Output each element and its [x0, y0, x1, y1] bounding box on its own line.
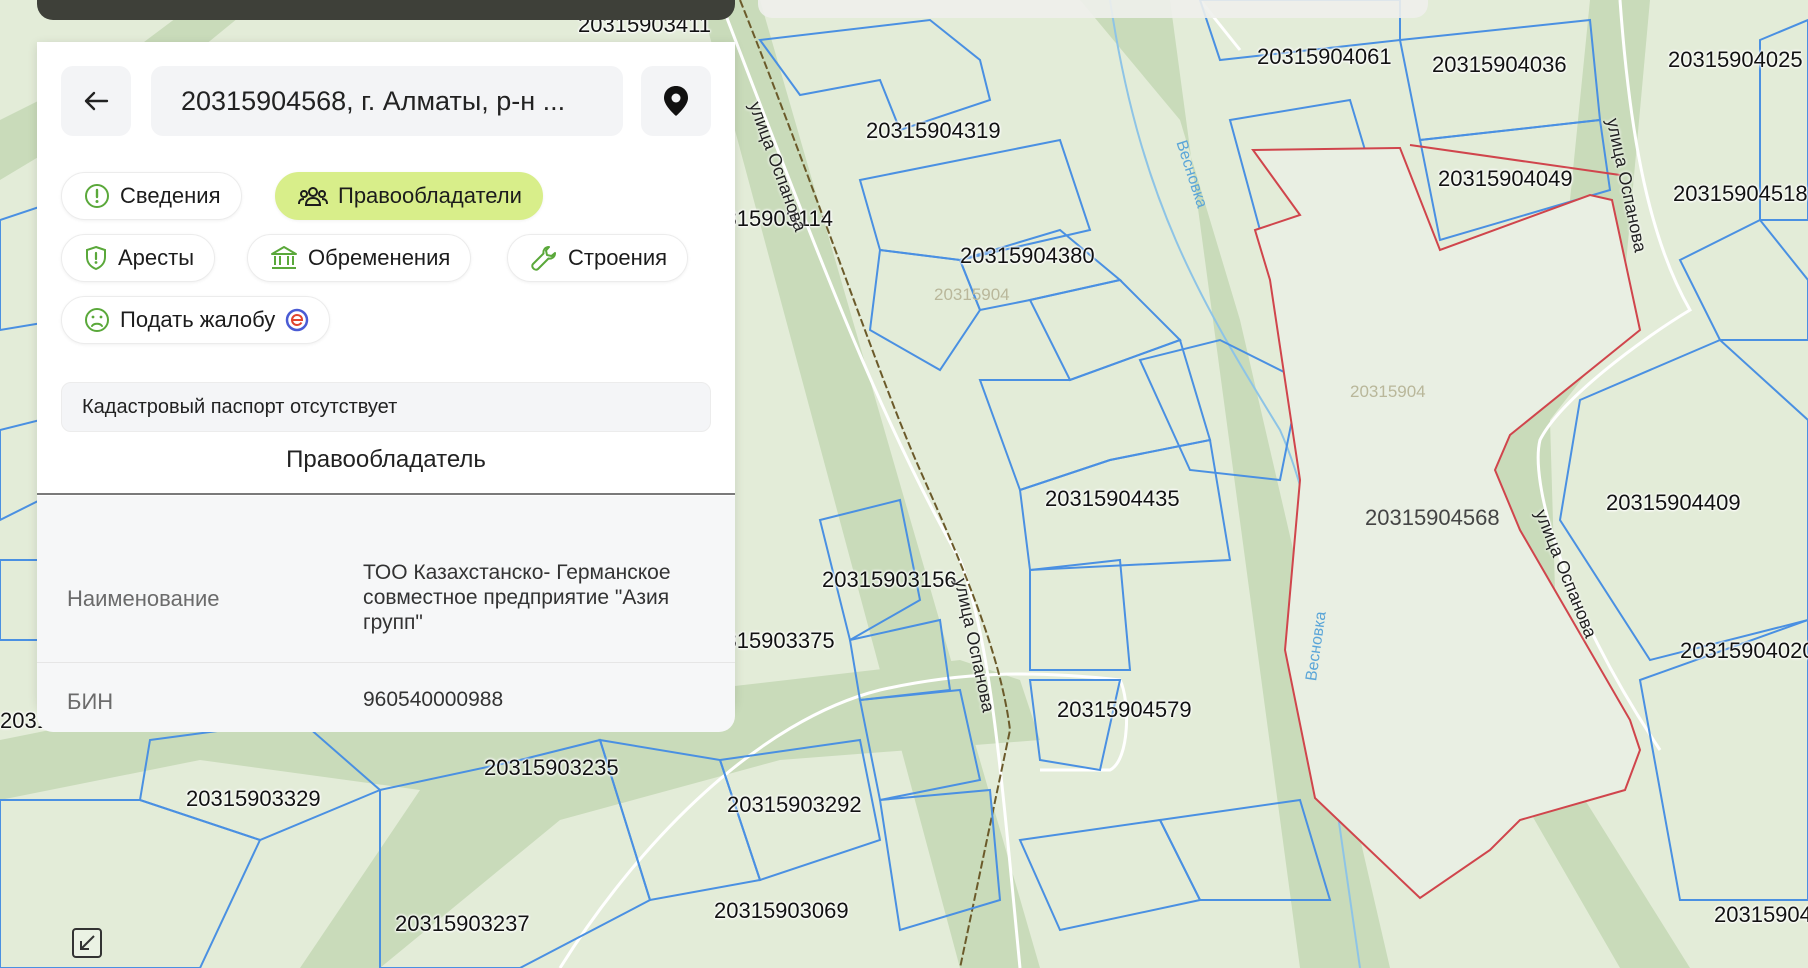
parcel-label[interactable]: 20315904049	[1438, 166, 1573, 192]
info-circle-icon	[85, 184, 109, 208]
locate-button[interactable]	[641, 66, 711, 136]
tab-buildings[interactable]: Строения	[507, 234, 689, 282]
owner-name-value: ТОО Казахстанско- Германское совместное …	[363, 561, 671, 635]
shield-alert-icon	[86, 245, 106, 271]
block-label: 20315904	[1350, 382, 1426, 401]
notice-text: Кадастровый паспорт отсутствует	[82, 395, 398, 418]
parcel-label[interactable]: 20315903156	[822, 567, 957, 593]
tab-label: Подать жалобу	[120, 307, 276, 332]
tab-owners[interactable]: Правообладатели	[275, 172, 543, 220]
search-value: 20315904568, г. Алматы, р-н ...	[181, 85, 566, 116]
sad-face-icon	[85, 308, 109, 332]
parcel-label[interactable]: 20315903329	[186, 786, 321, 812]
top-search-strip	[758, 0, 1428, 18]
search-input[interactable]: 20315904568, г. Алматы, р-н ...	[151, 66, 623, 136]
block-label: 20315904	[934, 285, 1010, 304]
parcel-label[interactable]: 20315904579	[1057, 697, 1192, 723]
users-icon	[298, 187, 328, 206]
owner-bin-label: БИН	[67, 689, 114, 714]
tab-label: Правообладатели	[338, 183, 522, 208]
parcel-label[interactable]: 20315904380	[960, 243, 1095, 269]
parcel-label[interactable]: 20315903235	[484, 755, 619, 781]
top-bar	[37, 0, 735, 20]
arrow-left-icon	[84, 91, 109, 111]
parcel-label[interactable]: 20315903069	[714, 898, 849, 924]
parcel-label[interactable]: 20315904518	[1673, 181, 1808, 207]
tab-arrests[interactable]: Аресты	[61, 234, 216, 282]
tab-label: Аресты	[118, 245, 195, 270]
zoom-extent-button[interactable]	[72, 928, 102, 958]
owner-name-label: Наименование	[67, 586, 220, 611]
tab-encumbrances[interactable]: Обременения	[247, 234, 472, 282]
parcel-label[interactable]: 20315904061	[1257, 44, 1392, 70]
parcel-label[interactable]: 20315904057	[1714, 902, 1808, 928]
tab-info[interactable]: Сведения	[61, 172, 242, 220]
map-pin-icon	[664, 86, 688, 116]
owner-bin-value: 960540000988	[363, 688, 504, 711]
parcel-label[interactable]: 20315904435	[1045, 486, 1180, 512]
cadastral-passport-notice: Кадастровый паспорт отсутствует	[61, 382, 711, 432]
parcel-label[interactable]: 20315903292	[727, 792, 862, 818]
parcel-label[interactable]: 20315904568	[1365, 505, 1500, 531]
back-button[interactable]	[61, 66, 131, 136]
parcel-label[interactable]: 20315904025	[1668, 47, 1803, 73]
parcel-label[interactable]: 20315904036	[1432, 52, 1567, 78]
bank-icon	[271, 246, 297, 269]
parcel-label[interactable]: 20315904409	[1606, 490, 1741, 516]
owner-section-title: Правообладатель	[286, 446, 486, 473]
wrench-icon	[531, 246, 556, 271]
tab-label: Сведения	[120, 183, 221, 208]
parcel-label[interactable]: 20315904319	[866, 118, 1001, 144]
parcel-label[interactable]: 20315904020	[1680, 638, 1808, 664]
collapse-arrow-icon	[80, 935, 95, 950]
tab-complaint[interactable]: Подать жалобу	[61, 296, 331, 344]
section-divider	[37, 493, 735, 495]
owner-bin-row: БИН 960540000988	[37, 662, 735, 732]
tab-label: Строения	[568, 245, 668, 270]
parcel-label[interactable]: 20315903237	[395, 911, 530, 937]
tab-label: Обременения	[308, 245, 451, 270]
e-otinish-logo-icon	[285, 308, 309, 332]
owner-name-row: Наименование ТОО Казахстанско- Германско…	[37, 496, 735, 662]
info-panel: 20315904568, г. Алматы, р-н ... Сведения…	[37, 42, 735, 732]
